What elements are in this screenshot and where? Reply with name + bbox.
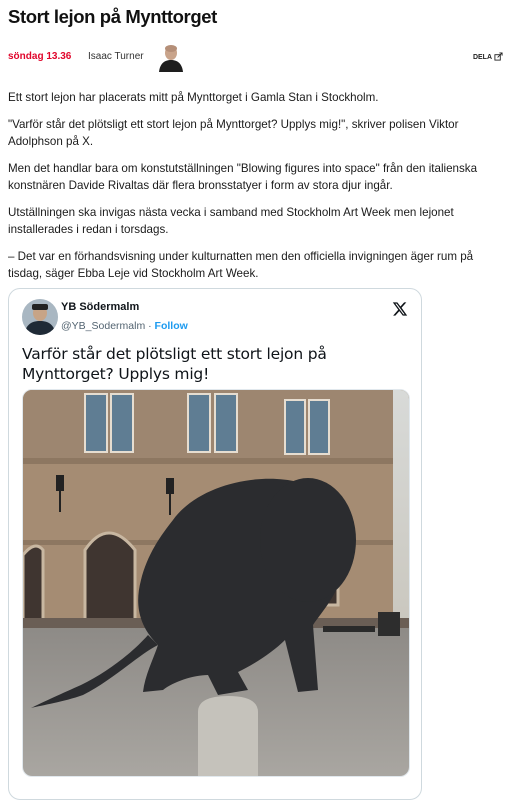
article-meta: söndag 13.36 Isaac Turner DELA — [8, 44, 503, 74]
article-paragraph: Utställningen ska invigas nästa vecka i … — [8, 206, 454, 236]
author-name[interactable]: Isaac Turner — [88, 51, 144, 62]
tweet-avatar[interactable] — [22, 299, 58, 335]
tweet-handle[interactable]: @YB_Sodermalm — [61, 320, 145, 332]
share-icon — [494, 52, 503, 63]
follow-button[interactable]: Follow — [155, 320, 188, 332]
tweet-photo[interactable] — [22, 389, 410, 777]
author-avatar[interactable] — [158, 44, 184, 72]
publish-time: söndag 13.36 — [8, 51, 72, 62]
tweet-display-name[interactable]: YB Södermalm — [61, 301, 139, 313]
x-logo-icon[interactable] — [392, 301, 408, 317]
article-paragraph: "Varför står det plötsligt ett stort lej… — [8, 118, 459, 148]
article-paragraph: Men det handlar bara om konstutställning… — [8, 162, 478, 192]
embedded-tweet[interactable]: YB Södermalm @YB_Sodermalm · Follow Varf… — [8, 288, 422, 800]
separator-dot: · — [148, 320, 152, 332]
article-headline: Stort lejon på Mynttorget — [8, 6, 217, 27]
tweet-handle-row: @YB_Sodermalm · Follow — [61, 320, 188, 332]
tweet-text: Varför står det plötsligt ett stort lejo… — [22, 345, 327, 383]
share-button[interactable]: DELA — [473, 52, 503, 63]
news-article: Stort lejon på Mynttorget söndag 13.36 I… — [0, 0, 509, 800]
article-paragraph: Ett stort lejon har placerats mitt på My… — [8, 91, 379, 104]
share-label: DELA — [472, 54, 492, 61]
article-paragraph: – Det var en förhandsvisning under kultu… — [8, 250, 474, 280]
